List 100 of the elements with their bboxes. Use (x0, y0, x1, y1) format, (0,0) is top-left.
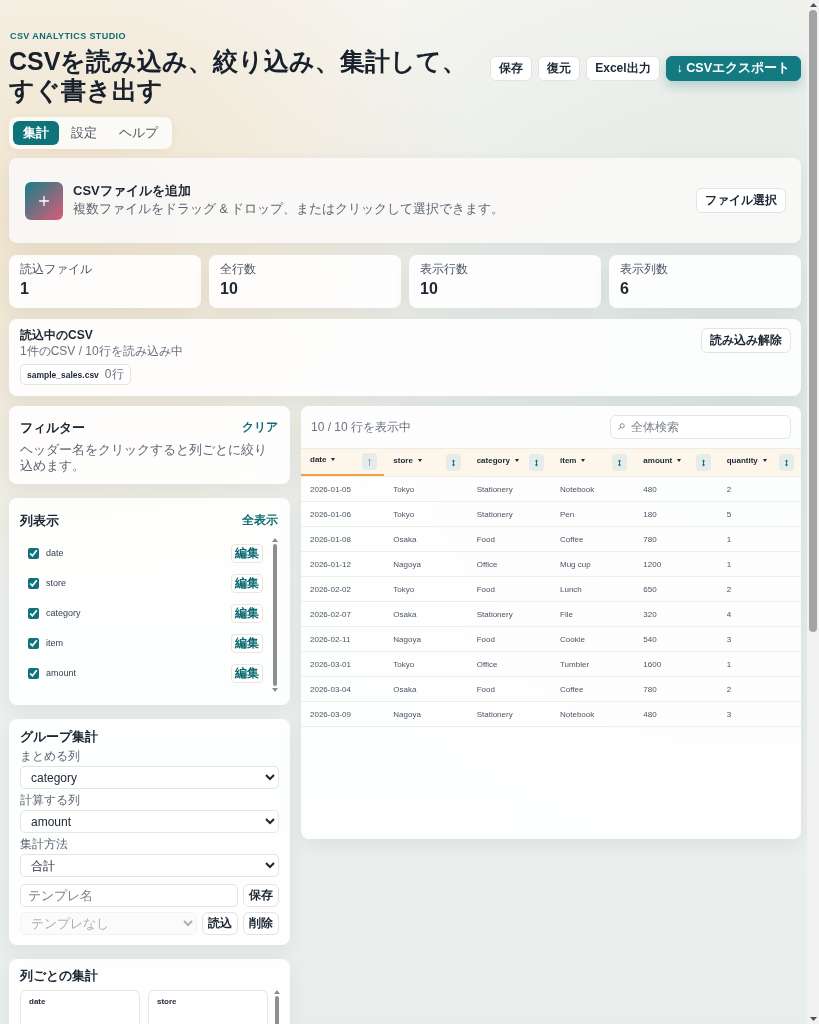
loaded-summary: 1件のCSV / 10行を読み込み中 (20, 344, 183, 358)
column-name: date (29, 997, 47, 1007)
checkbox[interactable] (28, 607, 39, 619)
column-filter-button[interactable]: date (310, 454, 336, 464)
search-icon (618, 423, 625, 430)
dropdown[interactable]: 合計 (20, 854, 279, 877)
sort-button[interactable] (695, 454, 711, 471)
plus-icon (25, 181, 63, 220)
table-cell-text: Coffee (559, 683, 585, 696)
row-count: 0行 (104, 366, 124, 383)
sort-button[interactable] (445, 454, 461, 471)
table-cell-text: 780 (642, 683, 658, 696)
table-cell-text: Nagoya (392, 558, 422, 571)
table-cell-text: Food (475, 583, 496, 596)
upload-title: CSVファイルを追加 (73, 183, 192, 199)
tab[interactable]: ヘルプ (109, 121, 168, 145)
excel-export-button[interactable]: Excel出力 (586, 55, 660, 81)
edit-button[interactable]: 編集 (231, 543, 263, 563)
edit-button[interactable]: 編集 (231, 633, 263, 653)
edit-button[interactable]: 編集 (231, 573, 263, 593)
sort-button[interactable] (612, 454, 628, 471)
table-cell-text: 1 (725, 558, 733, 571)
page-title: CSVを読み込み、絞り込み、集計して、すぐ書き出す (9, 47, 469, 105)
stat-label: 表示列数 (620, 262, 669, 276)
save-template-button[interactable]: 保存 (243, 884, 279, 907)
table-cell-text: Office (475, 558, 499, 571)
triangle-up-icon (809, 3, 817, 7)
column-filter-button[interactable]: item (560, 455, 586, 465)
checkbox[interactable] (28, 577, 39, 589)
section-title: 列ごとの集計 (20, 968, 99, 984)
table-cell-text: 540 (642, 633, 658, 646)
scrollbar-thumb[interactable] (809, 10, 817, 632)
up-down-arrow-icon (450, 458, 456, 467)
table-cell-text: Osaka (392, 683, 418, 696)
checkbox[interactable] (28, 667, 39, 679)
table-cell-text: 2026-03-09 (309, 708, 352, 721)
upload-hint: 複数ファイルをドラッグ & ドロップ、またはクリックして選択できます。 (73, 201, 506, 218)
table-cell-text: 3 (725, 708, 733, 721)
edit-button[interactable]: 編集 (231, 603, 263, 623)
stat-value: 10 (420, 279, 439, 299)
column-filter-button[interactable]: amount (643, 455, 682, 465)
field-label: 集計方法 (20, 837, 69, 851)
stat-value: 1 (20, 279, 30, 299)
template-name-field[interactable]: テンプレ名 (20, 884, 238, 907)
sort-button[interactable] (779, 454, 794, 471)
table-cell-text: Food (475, 533, 496, 546)
csv-export-button[interactable]: ↓ CSVエクスポート (665, 55, 801, 81)
table-cell-text: Tokyo (392, 658, 416, 671)
column-filter-button[interactable]: quantity (726, 455, 767, 465)
up-down-arrow-icon (617, 458, 623, 467)
file-select-button[interactable]: ファイル選択 (696, 188, 786, 213)
triangle-up-icon (272, 538, 278, 542)
triangle-down-icon (809, 1017, 817, 1021)
row-count-text: 10 / 10 行を表示中 (311, 418, 412, 436)
clear-link[interactable]: クリア (242, 419, 278, 436)
dropdown[interactable]: amount (20, 810, 279, 833)
search-field[interactable]: 全体検索 (610, 415, 791, 439)
column-name: amount (46, 668, 78, 678)
edit-button[interactable]: 編集 (231, 663, 263, 683)
table-cell-text: Nagoya (392, 633, 422, 646)
tab[interactable]: 設定 (61, 121, 107, 145)
table-cell-text: 2026-02-11 (309, 633, 352, 646)
caret-down-icon (581, 458, 586, 462)
section-title: フィルター (20, 419, 85, 436)
table-cell-text: Pen (559, 508, 576, 521)
column-filter-button[interactable]: store (393, 455, 422, 465)
caret-down-icon (331, 457, 336, 461)
table-cell-text: 1600 (642, 658, 663, 671)
up-down-arrow-icon (700, 458, 706, 467)
table-cell-text: Stationery (475, 508, 514, 521)
table-cell-text: 650 (642, 583, 658, 596)
table-cell-text: Nagoya (392, 708, 422, 721)
scrollbar-track[interactable] (807, 0, 819, 1024)
table-cell-text: Food (475, 633, 496, 646)
table-cell-text: Stationery (475, 708, 514, 721)
table-cell-text: 2026-01-08 (309, 533, 352, 546)
field-label: 計算する列 (20, 793, 81, 807)
scrollbar-thumb[interactable] (275, 996, 279, 1024)
unload-button[interactable]: 読み込み解除 (701, 328, 791, 353)
file-chip[interactable]: sample_sales.csv 0行 (20, 364, 131, 385)
show-all-link[interactable]: 全表示 (242, 512, 278, 529)
table-cell-text: 2026-01-12 (309, 558, 352, 571)
save-button[interactable]: 保存 (490, 55, 533, 81)
table-cell-text: Tokyo (392, 583, 416, 596)
sort-button[interactable] (529, 454, 544, 471)
dropdown[interactable]: category (20, 766, 279, 789)
restore-button[interactable]: 復元 (538, 55, 581, 81)
load-button[interactable]: 読込 (202, 912, 238, 935)
section-title: 列表示 (20, 512, 59, 529)
delete-button[interactable]: 削除 (243, 912, 279, 935)
scrollbar-thumb[interactable] (273, 544, 277, 686)
table-cell-text: Mug cup (559, 558, 592, 571)
checkbox[interactable] (28, 637, 39, 649)
stat-label: 表示行数 (420, 262, 469, 276)
checkbox[interactable] (28, 547, 39, 559)
table-cell-text: Notebook (559, 483, 596, 496)
column-filter-button[interactable]: category (476, 455, 519, 465)
section-title: 読込中のCSV (20, 328, 94, 343)
sort-button[interactable] (362, 453, 378, 470)
tab[interactable]: 集計 (13, 121, 59, 145)
